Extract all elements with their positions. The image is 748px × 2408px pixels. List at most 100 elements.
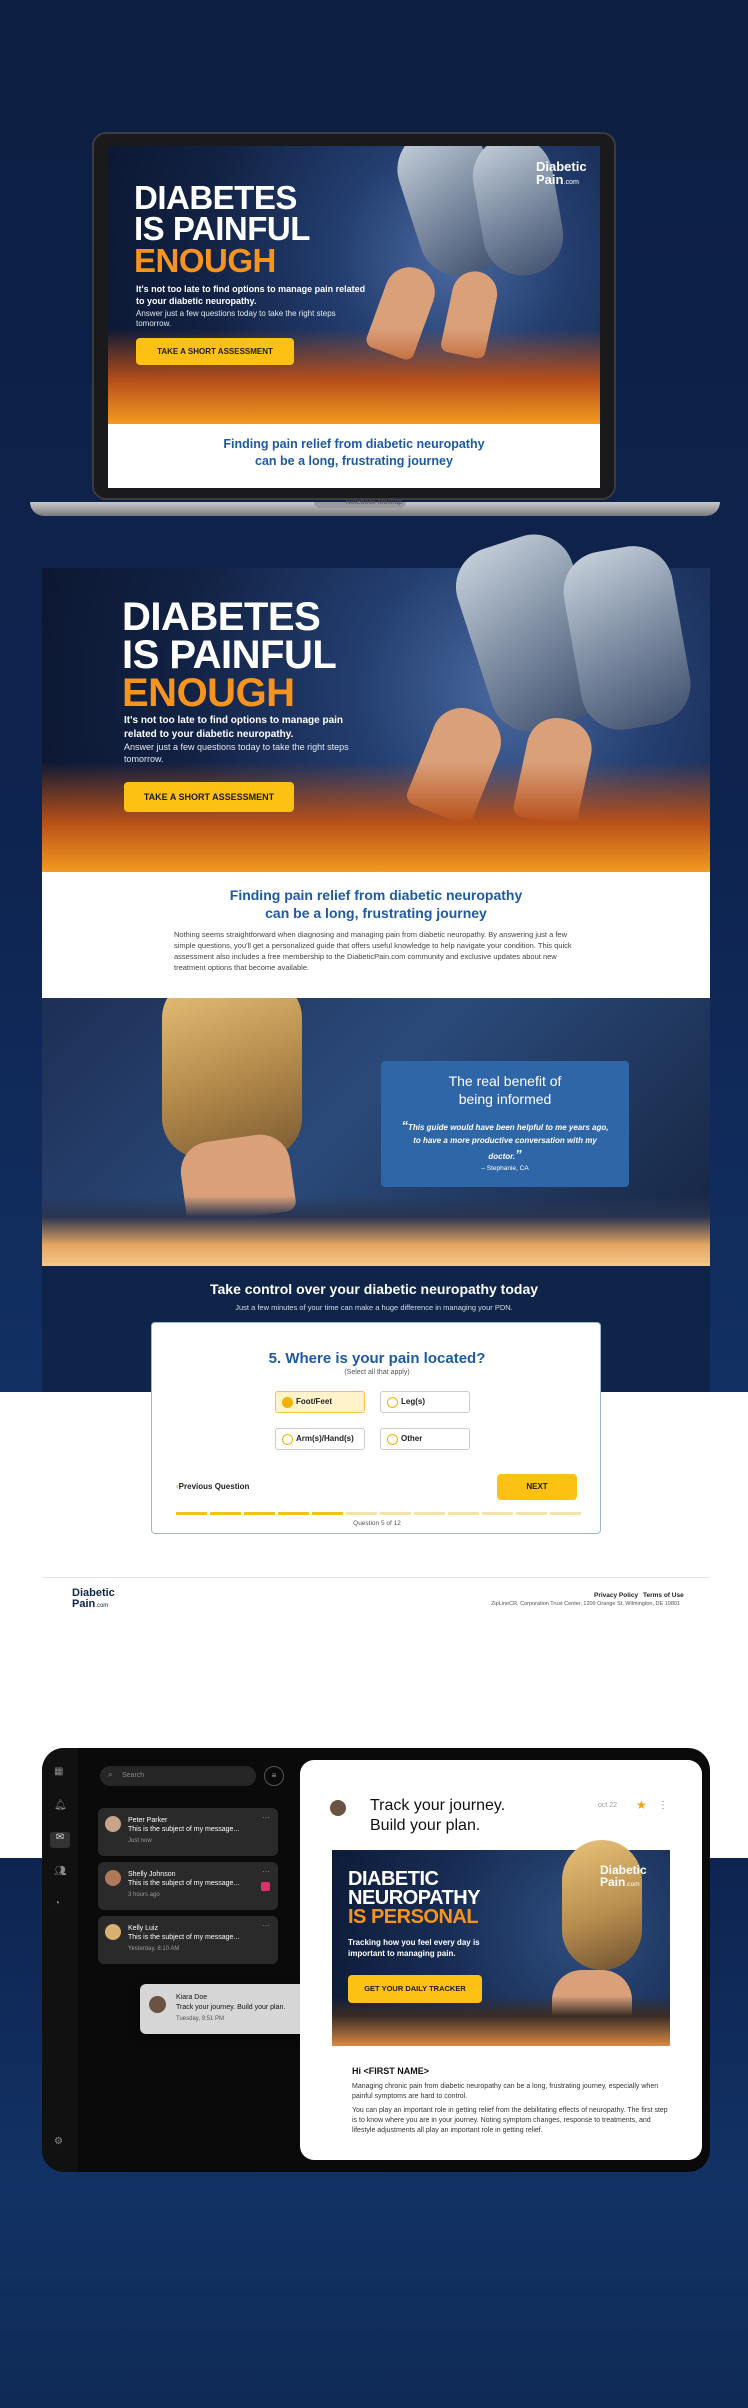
sender-name: Peter Parker	[128, 1817, 168, 1824]
mail-icon[interactable]: ✉	[50, 1832, 70, 1848]
email-title: Track your journey. Build your plan.	[370, 1797, 506, 1834]
testimonial-author: – Stephanie, CA	[481, 1165, 529, 1172]
progress-segment	[448, 1512, 479, 1515]
search-icon: ⌕	[108, 1770, 113, 1779]
chart-icon[interactable]: ◔	[54, 1898, 60, 1909]
active-message[interactable]: Kiara Doe Track your journey. Build your…	[140, 1984, 322, 2034]
option-foot[interactable]: Foot/Feet	[275, 1391, 365, 1413]
grid-icon[interactable]: ▦	[54, 1766, 63, 1777]
avatar	[105, 1870, 121, 1886]
testimonial-heading: The real benefit of being informed	[448, 1073, 562, 1107]
hero-subtitle: It's not too late to find options to man…	[136, 284, 366, 306]
testimonial-section: The real benefit of being informed “This …	[42, 998, 710, 1266]
avatar	[330, 1800, 346, 1816]
flag-icon	[261, 1882, 270, 1891]
avatar	[105, 1924, 121, 1940]
privacy-link[interactable]: Privacy Policy	[594, 1592, 638, 1599]
page-hero-title: DIABETES IS PAINFUL ENOUGH	[122, 595, 337, 715]
more-icon[interactable]: ···	[262, 1867, 270, 1876]
progress-segment	[516, 1512, 547, 1515]
icon-rail: ▦ 🔔︎ ✉ 👥︎ ◔ ⚙	[42, 1748, 78, 2172]
control-sub: Just a few minutes of your time can make…	[235, 1303, 513, 1312]
option-legs[interactable]: Leg(s)	[380, 1391, 470, 1413]
message-subject: This is the subject of my message...	[128, 1880, 240, 1887]
more-icon[interactable]: ⋮	[658, 1800, 668, 1811]
next-button[interactable]: NEXT	[497, 1474, 577, 1500]
progress-segment	[278, 1512, 309, 1515]
checkbox-icon	[387, 1434, 398, 1445]
page-hero-subtitle: It's not too late to find options to man…	[124, 715, 344, 740]
mockup-label: Notebook Mockup	[345, 499, 403, 506]
page-assessment-button[interactable]: TAKE A SHORT ASSESSMENT	[124, 782, 294, 812]
progress-segment	[550, 1512, 581, 1515]
email-date: oct 22	[598, 1802, 618, 1809]
intro-heading: Finding pain relief from diabetic neurop…	[108, 424, 600, 488]
assessment-button[interactable]: TAKE A SHORT ASSESSMENT	[136, 338, 294, 365]
terms-link[interactable]: Terms of Use	[643, 1592, 684, 1599]
avatar	[149, 1996, 166, 2013]
banner-title: DIABETIC NEUROPATHY IS PERSONAL	[348, 1868, 481, 1928]
hero-note: Answer just a few questions today to tak…	[136, 309, 336, 329]
pants-illustration	[562, 1840, 642, 1970]
more-icon[interactable]: ···	[262, 1921, 270, 1930]
option-arms[interactable]: Arm(s)/Hand(s)	[275, 1428, 365, 1450]
message-item[interactable]: Kelly Luiz This is the subject of my mes…	[98, 1916, 278, 1964]
progress-label: Question 5 of 12	[353, 1520, 401, 1527]
checkbox-icon	[282, 1434, 293, 1445]
sender-name: Shelly Johnson	[128, 1871, 176, 1878]
control-heading: Take control over your diabetic neuropat…	[209, 1281, 539, 1297]
logo: Diabetic Pain.com	[536, 159, 587, 187]
search-placeholder: Search	[122, 1772, 145, 1779]
previous-button[interactable]: ‹Previous Question	[176, 1482, 249, 1491]
hero-title: DIABETES IS PAINFUL ENOUGH	[134, 179, 310, 279]
nails-illustration	[332, 1996, 670, 2046]
option-other[interactable]: Other	[380, 1428, 470, 1450]
laptop-mockup: Diabetic Pain.com DIABETES IS PAINFUL ENOUG…	[92, 132, 616, 500]
sender-name: Kiara Doe	[176, 1994, 208, 2001]
sender-name: Kelly Luiz	[128, 1925, 158, 1932]
email-preview: Track your journey. Build your plan. oct …	[300, 1760, 702, 2160]
progress-segment	[414, 1512, 445, 1515]
progress-segment	[482, 1512, 513, 1515]
bell-icon[interactable]: 🔔︎	[54, 1800, 67, 1811]
logo: Diabetic Pain.com	[600, 1863, 647, 1889]
intro-heading: Finding pain relief from diabetic neurop…	[229, 887, 523, 922]
message-item[interactable]: Shelly Johnson This is the subject of my…	[98, 1862, 278, 1910]
message-subject: This is the subject of my message...	[128, 1934, 240, 1941]
fire-illustration	[42, 762, 710, 872]
hero-image: Diabetic Pain.com DIABETES IS PAINFUL ENOUG…	[108, 146, 600, 424]
message-subject: Track your journey. Build your plan.	[176, 2004, 286, 2011]
page-hero-note: Answer just a few questions today to tak…	[124, 742, 349, 764]
email-paragraph: Managing chronic pain from diabetic neur…	[352, 2083, 659, 2100]
quiz-card: 5. Where is your pain located? (Select a…	[151, 1322, 601, 1534]
message-time: Just now	[128, 1838, 152, 1844]
quiz-question: 5. Where is your pain located?	[268, 1350, 486, 1367]
message-item[interactable]: Peter Parker This is the subject of my m…	[98, 1808, 278, 1856]
footer-logo: Diabetic Pain.com	[72, 1587, 115, 1610]
testimonial-quote: “This guide would have been helpful to m…	[401, 1118, 609, 1163]
avatar	[105, 1816, 121, 1832]
tracker-button[interactable]: GET YOUR DAILY TRACKER	[348, 1975, 482, 2003]
filter-icon[interactable]: ≡	[264, 1766, 284, 1786]
checkbox-icon	[282, 1397, 293, 1408]
tablet-mockup: ▦ 🔔︎ ✉ 👥︎ ◔ ⚙ ⌕ Search ≡ Peter Parker Th…	[42, 1748, 710, 2172]
message-time: Tuesday, 9:51 PM	[176, 2016, 225, 2022]
email-paragraph: You can play an important role in gettin…	[352, 2107, 668, 2134]
checkbox-icon	[387, 1397, 398, 1408]
message-subject: This is the subject of my message...	[128, 1826, 240, 1833]
pants-illustration	[162, 998, 302, 1158]
quiz-hint: (Select all that apply)	[344, 1369, 410, 1376]
people-icon[interactable]: 👥︎	[54, 1866, 67, 1877]
search-field[interactable]: ⌕ Search	[100, 1766, 256, 1786]
footer-address: ZipLineCR, Corporation Trust Center, 120…	[491, 1601, 680, 1607]
progress-segment	[312, 1512, 343, 1515]
progress-segment	[210, 1512, 241, 1515]
progress-segment	[380, 1512, 411, 1515]
banner-subtitle: Tracking how you feel every day is impor…	[348, 1938, 480, 1958]
email-banner: Diabetic Pain.com DIABETIC NEUROPATHY IS PE…	[332, 1840, 670, 2046]
progress-segment	[176, 1512, 207, 1515]
star-icon[interactable]: ★	[636, 1798, 647, 1812]
message-time: Yesterday, 8:10 AM	[128, 1946, 180, 1952]
gear-icon[interactable]: ⚙	[54, 2136, 63, 2147]
more-icon[interactable]: ···	[262, 1813, 270, 1822]
